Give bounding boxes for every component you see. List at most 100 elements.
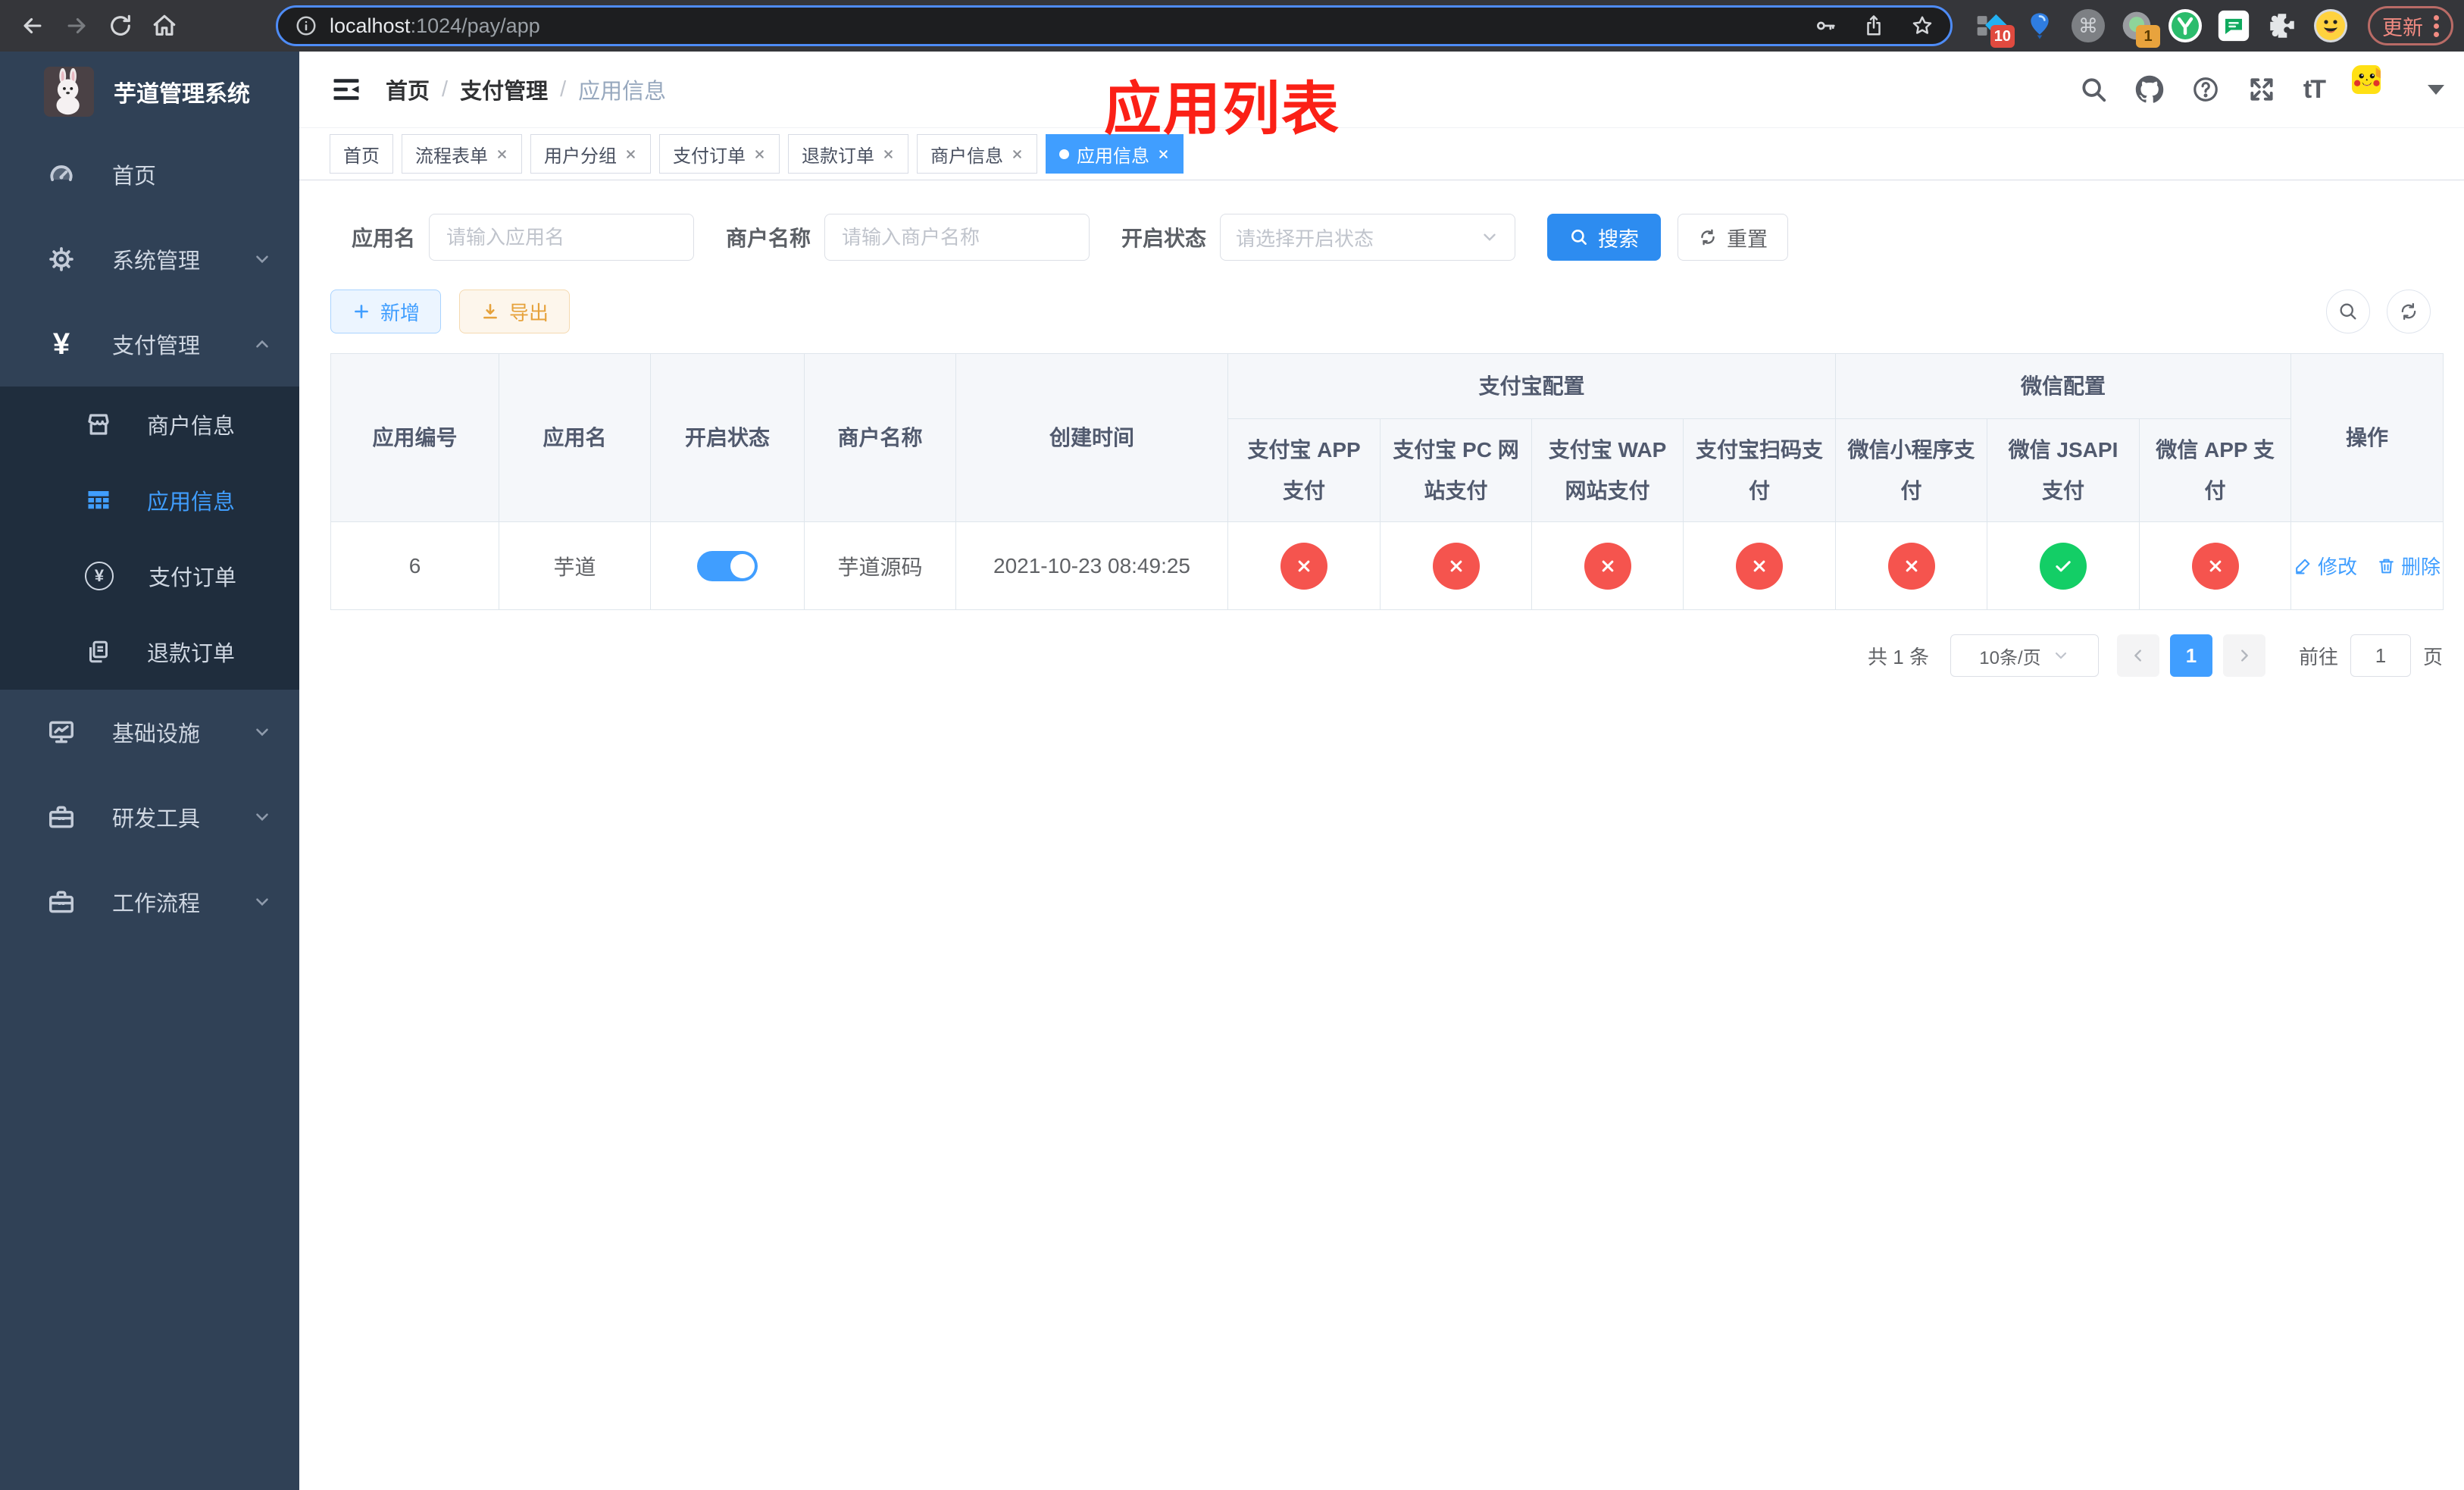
refresh-table-button[interactable] — [2387, 290, 2431, 333]
profile-emoji-avatar[interactable] — [2312, 7, 2350, 45]
chevron-down-icon — [252, 892, 272, 912]
cell-wx-jsapi — [1987, 521, 2140, 610]
sidebar-item-merchant-info[interactable]: 商户信息 — [0, 387, 299, 462]
sidebar-item-refund-order[interactable]: 退款订单 — [0, 614, 299, 690]
status-disabled-icon — [2191, 542, 2239, 590]
browser-menu-icon[interactable] — [2434, 12, 2439, 40]
toggle-search-button[interactable] — [2326, 290, 2370, 333]
export-button[interactable]: 导出 — [459, 290, 571, 333]
col-wx-jsapi: 微信 JSAPI 支付 — [1987, 418, 2140, 522]
help-icon[interactable] — [2191, 75, 2220, 104]
status-label: 开启状态 — [1121, 227, 1207, 250]
url-bar[interactable]: localhost:1024/pay/app — [276, 5, 1953, 46]
tab-user-group[interactable]: 用户分组 — [530, 134, 651, 174]
sidebar-item-system[interactable]: 系统管理 — [0, 217, 299, 302]
extension-balloon[interactable] — [2021, 7, 2059, 45]
browser-forward-button[interactable] — [55, 4, 98, 48]
cell-create-time: 2021-10-23 08:49:25 — [955, 521, 1228, 610]
app-name-input[interactable] — [429, 214, 695, 261]
page-unit-label: 页 — [2422, 645, 2443, 668]
avatar-dropdown-caret[interactable] — [2428, 84, 2444, 95]
bookmark-star-icon[interactable] — [1911, 14, 1934, 37]
tab-pay-order[interactable]: 支付订单 — [659, 134, 780, 174]
close-icon[interactable] — [882, 148, 895, 161]
cell-merchant: 芋道源码 — [804, 521, 956, 610]
extension-badge: 10 — [1990, 25, 2015, 48]
github-icon[interactable] — [2135, 75, 2164, 104]
search-icon — [1571, 230, 1587, 245]
pay-order-icon: ¥ — [85, 562, 114, 590]
next-page-button[interactable] — [2222, 634, 2265, 677]
sidebar-item-home[interactable]: 首页 — [0, 132, 299, 217]
breadcrumb-section[interactable]: 支付管理 — [460, 74, 548, 105]
sidebar-collapse-icon[interactable] — [330, 73, 363, 106]
tab-process-form[interactable]: 流程表单 — [402, 134, 522, 174]
plus-icon — [355, 305, 368, 318]
sidebar-item-workflow[interactable]: 工作流程 — [0, 859, 299, 944]
close-icon[interactable] — [496, 148, 508, 161]
breadcrumb-separator: / — [560, 77, 567, 102]
browser-update-button[interactable]: 更新 — [2368, 6, 2453, 45]
rabbit-logo-icon — [44, 67, 94, 117]
cell-alipay-wap — [1531, 521, 1684, 610]
browser-home-button[interactable] — [142, 4, 186, 48]
extension-command[interactable]: ⌘ — [2069, 7, 2107, 45]
close-icon[interactable] — [1157, 148, 1170, 161]
reset-button[interactable]: 重置 — [1678, 214, 1789, 261]
merchant-name-input[interactable] — [824, 214, 1090, 261]
extension-chat[interactable] — [2215, 7, 2253, 45]
sidebar-item-payment[interactable]: ¥ 支付管理 — [0, 302, 299, 387]
page-size-select[interactable]: 10条/页 — [1950, 634, 2099, 677]
edit-link[interactable]: 修改 — [2294, 552, 2357, 580]
current-page-button[interactable]: 1 — [2169, 634, 2212, 677]
close-icon[interactable] — [753, 148, 766, 161]
sidebar-item-dev-tools[interactable]: 研发工具 — [0, 775, 299, 859]
chevron-down-icon — [252, 807, 272, 827]
breadcrumb-separator: / — [442, 77, 449, 102]
sidebar-item-infrastructure[interactable]: 基础设施 — [0, 690, 299, 775]
sidebar-item-label: 基础设施 — [112, 722, 201, 747]
sidebar-item-label: 系统管理 — [112, 249, 201, 274]
sidebar-item-pay-order[interactable]: ¥ 支付订单 — [0, 538, 299, 614]
search-button[interactable]: 搜索 — [1547, 214, 1662, 261]
extension-yuque[interactable] — [2166, 7, 2204, 45]
add-button[interactable]: 新增 — [330, 290, 442, 333]
password-key-icon[interactable] — [1814, 14, 1837, 37]
search-icon — [2340, 303, 2356, 320]
share-icon[interactable] — [1862, 14, 1885, 37]
goto-page-input[interactable] — [2350, 634, 2411, 677]
sidebar-item-app-info[interactable]: 应用信息 — [0, 462, 299, 538]
tab-home[interactable]: 首页 — [330, 134, 393, 174]
prev-page-button[interactable] — [2116, 634, 2159, 677]
extensions-puzzle-button[interactable] — [2263, 7, 2301, 45]
documents-icon — [89, 640, 108, 663]
edit-pen-icon — [2296, 559, 2310, 574]
delete-link[interactable]: 删除 — [2377, 552, 2441, 580]
cell-app-name: 芋道 — [499, 521, 651, 610]
close-icon[interactable] — [1011, 148, 1024, 161]
dashboard-icon — [50, 165, 73, 182]
browser-back-button[interactable] — [11, 4, 55, 48]
extension-raindrop[interactable]: 10 — [1972, 7, 2015, 48]
close-icon[interactable] — [624, 148, 637, 161]
status-toggle-on[interactable] — [697, 550, 758, 581]
tab-refund-order[interactable]: 退款订单 — [788, 134, 908, 174]
update-label: 更新 — [2382, 16, 2423, 39]
user-avatar[interactable] — [2352, 65, 2400, 114]
col-alipay-wap: 支付宝 WAP 网站支付 — [1531, 418, 1684, 522]
status-disabled-icon — [1887, 542, 1935, 590]
breadcrumb-home[interactable]: 首页 — [386, 74, 430, 105]
browser-reload-button[interactable] — [98, 4, 142, 48]
fullscreen-icon[interactable] — [2247, 75, 2276, 104]
extension-recorder[interactable]: 1 — [2118, 7, 2160, 48]
status-select[interactable]: 请选择开启状态 — [1220, 214, 1516, 261]
goto-label: 前往 — [2298, 645, 2338, 668]
sidebar-logo[interactable]: 芋道管理系统 — [0, 52, 299, 132]
sidebar-item-label: 支付管理 — [112, 334, 201, 358]
status-enabled-icon — [2040, 542, 2087, 590]
header-search-icon[interactable] — [2079, 75, 2108, 104]
site-info-icon[interactable] — [295, 14, 317, 37]
sidebar-item-label: 首页 — [112, 164, 157, 189]
font-size-icon[interactable]: tT — [2303, 75, 2326, 105]
tab-merchant-info[interactable]: 商户信息 — [917, 134, 1037, 174]
